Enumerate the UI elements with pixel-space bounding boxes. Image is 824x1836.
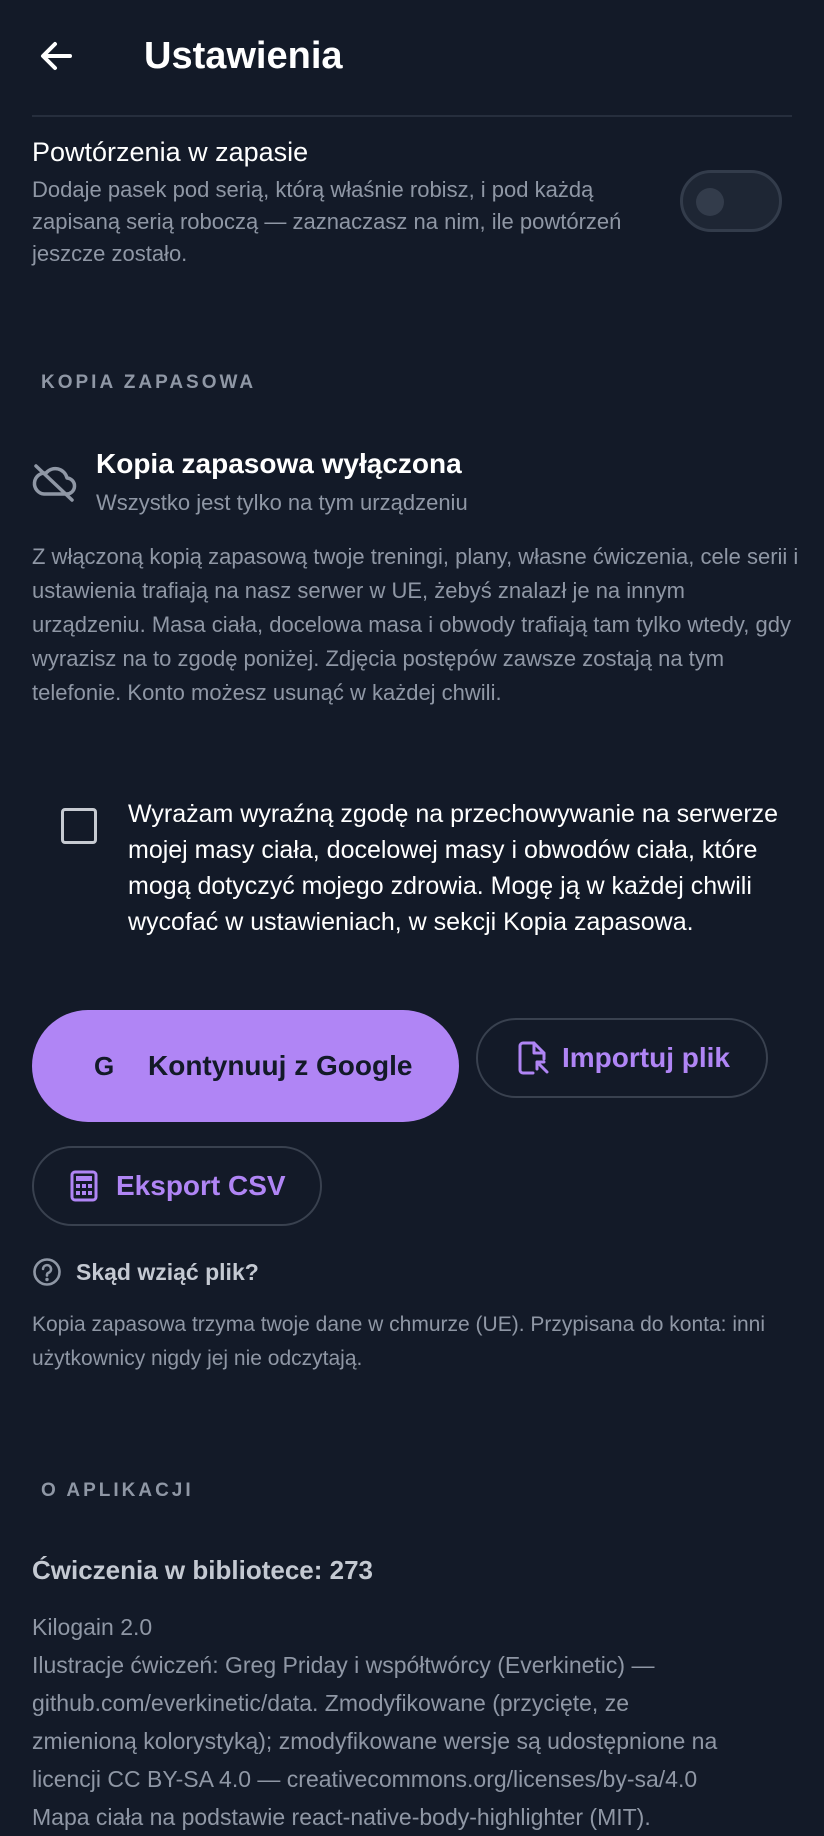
credits-line: github.com/everkinetic/data. Zmodyfikowa… (32, 1690, 629, 1716)
toggle-knob (696, 188, 724, 216)
google-icon: G (94, 1050, 115, 1081)
reserve-reps-description: Dodaje pasek pod serią, którą właśnie ro… (32, 177, 622, 266)
exercise-library-count: Ćwiczenia w bibliotece: 273 (32, 1555, 373, 1585)
reserve-reps-title: Powtórzenia w zapasie (32, 137, 309, 167)
file-import-icon (518, 1041, 549, 1075)
about-credits: Kilogain 2.0 Ilustracje ćwiczeń: Greg Pr… (32, 1608, 802, 1836)
app-version: Kilogain 2.0 (32, 1614, 153, 1640)
where-to-get-file-link[interactable]: Skąd wziąć plik? (32, 1254, 259, 1290)
backup-description: Z włączoną kopią zapasową twoje treningi… (32, 544, 799, 705)
export-csv-label: Eksport CSV (116, 1170, 286, 1201)
backup-help-description: Kopia zapasowa trzyma twoje dane w chmur… (32, 1313, 766, 1370)
continue-with-google-button[interactable]: G Kontynuuj z Google (32, 1010, 459, 1122)
cloud-off-icon (30, 458, 78, 506)
arrow-left-icon (41, 42, 72, 70)
credits-line: licencji CC BY-SA 4.0 — creativecommons.… (32, 1766, 698, 1792)
backup-status-title: Kopia zapasowa wyłączona (96, 448, 462, 479)
section-header-backup: KOPIA ZAPASOWA (41, 372, 257, 393)
health-data-consent-text[interactable]: Wyrażam wyraźną zgodę na przechowywanie … (128, 796, 788, 940)
header-divider (32, 115, 792, 117)
health-data-consent-checkbox[interactable] (61, 808, 97, 844)
section-header-about: O APLIKACJI (41, 1480, 194, 1501)
page-title: Ustawienia (144, 35, 343, 77)
credits-line: Ilustracje ćwiczeń: Greg Priday i współt… (32, 1652, 655, 1678)
import-file-label: Importuj plik (562, 1042, 730, 1073)
credits-line: Mapa ciała na podstawie react-native-bod… (32, 1804, 651, 1830)
import-file-button[interactable]: Importuj plik (476, 1018, 768, 1098)
export-csv-button[interactable]: Eksport CSV (32, 1146, 322, 1226)
backup-status-subtitle: Wszystko jest tylko na tym urządzeniu (96, 490, 468, 515)
where-to-get-file-label: Skąd wziąć plik? (76, 1258, 259, 1285)
credits-line: zmienioną kolorystyką); zmodyfikowane we… (32, 1728, 718, 1754)
continue-with-google-label: Kontynuuj z Google (148, 1050, 413, 1081)
help-circle-icon (33, 1258, 61, 1286)
back-button[interactable] (28, 28, 84, 84)
reserve-reps-toggle[interactable] (680, 170, 782, 232)
spreadsheet-icon (70, 1170, 98, 1202)
